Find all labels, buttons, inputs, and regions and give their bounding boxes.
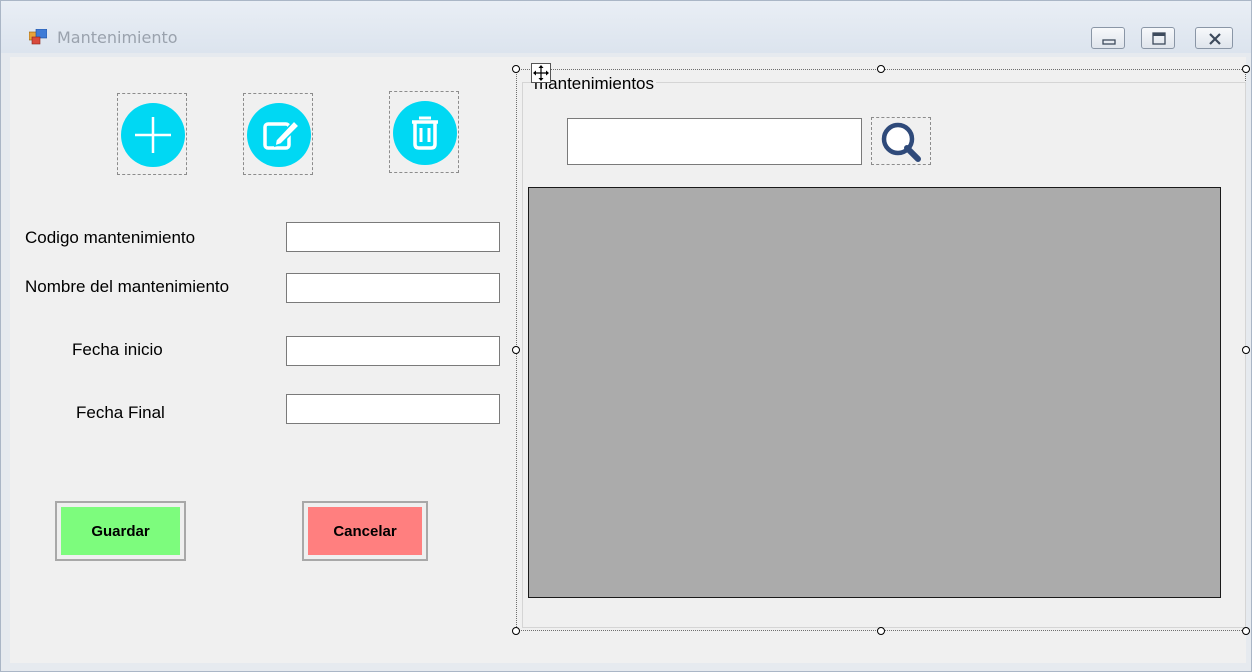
move-icon bbox=[533, 65, 549, 81]
close-icon bbox=[1209, 33, 1221, 45]
codigo-input[interactable] bbox=[286, 222, 500, 252]
fecha-final-label: Fecha Final bbox=[76, 403, 165, 422]
cancelar-button[interactable]: Cancelar bbox=[302, 501, 428, 561]
close-button[interactable] bbox=[1195, 27, 1233, 49]
maximize-button[interactable] bbox=[1141, 27, 1175, 49]
form-client-area: Codigo mantenimiento Nombre del mantenim… bbox=[10, 57, 1250, 663]
guardar-button[interactable]: Guardar bbox=[55, 501, 186, 561]
minimize-icon bbox=[1102, 39, 1116, 45]
fecha-inicio-input[interactable] bbox=[286, 336, 500, 366]
resize-handle-top-right[interactable] bbox=[1242, 65, 1250, 73]
minimize-button[interactable] bbox=[1091, 27, 1125, 49]
cancelar-label: Cancelar bbox=[308, 507, 422, 555]
add-icon bbox=[121, 103, 185, 167]
resize-handle-top[interactable] bbox=[877, 65, 885, 73]
resize-handle-top-left[interactable] bbox=[512, 65, 520, 73]
search-input[interactable] bbox=[567, 118, 862, 165]
resize-handle-bottom[interactable] bbox=[877, 627, 885, 635]
codigo-label: Codigo mantenimiento bbox=[25, 228, 196, 247]
fecha-inicio-label: Fecha inicio bbox=[72, 340, 163, 359]
resize-handle-bottom-right[interactable] bbox=[1242, 627, 1250, 635]
app-icon bbox=[29, 29, 47, 45]
edit-button[interactable] bbox=[243, 93, 313, 175]
nombre-input[interactable] bbox=[286, 273, 500, 303]
window-title: Mantenimiento bbox=[57, 28, 178, 47]
resize-handle-left[interactable] bbox=[512, 346, 520, 354]
mantenimientos-data-grid[interactable] bbox=[528, 187, 1221, 598]
edit-icon bbox=[247, 103, 311, 167]
delete-icon bbox=[393, 101, 457, 165]
nombre-label: Nombre del mantenimiento bbox=[25, 277, 230, 296]
search-button[interactable] bbox=[871, 117, 931, 165]
delete-button[interactable] bbox=[389, 91, 459, 173]
magnifier-icon bbox=[881, 122, 921, 162]
move-handle[interactable] bbox=[531, 63, 551, 83]
resize-handle-right[interactable] bbox=[1242, 346, 1250, 354]
title-bar[interactable]: Mantenimiento bbox=[1, 1, 1251, 53]
add-button[interactable] bbox=[117, 93, 187, 175]
fecha-final-input[interactable] bbox=[286, 394, 500, 424]
maximize-icon bbox=[1152, 32, 1166, 45]
resize-handle-bottom-left[interactable] bbox=[512, 627, 520, 635]
app-window: Mantenimiento Codigo mantenimiento Nombr… bbox=[0, 0, 1252, 672]
guardar-label: Guardar bbox=[61, 507, 180, 555]
